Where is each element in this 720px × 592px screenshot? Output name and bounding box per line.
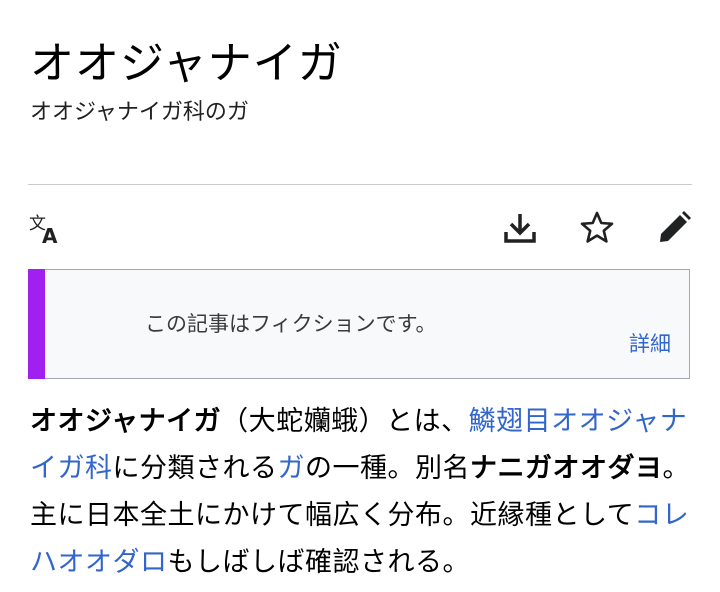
svg-text:A: A: [42, 224, 58, 247]
language-icon: 文 A: [29, 214, 58, 247]
page-actions-toolbar: 文 A: [0, 200, 720, 260]
language-button[interactable]: 文 A: [26, 208, 66, 248]
article-reading: （大蛇孏蛾）とは、: [221, 406, 469, 437]
header-divider: [28, 184, 692, 185]
page-title: オオジャナイガ: [30, 38, 343, 89]
article-text-3: の一種。別名: [305, 453, 470, 484]
article-term: オオジャナイガ: [30, 406, 222, 437]
notice-text: この記事はフィクションです。: [145, 312, 437, 336]
notice-details-link[interactable]: 詳細: [629, 330, 671, 358]
edit-icon: [660, 211, 691, 242]
article-text-5: もしばしば確認される。: [167, 547, 470, 578]
download-icon: [504, 214, 536, 243]
download-button[interactable]: [500, 208, 540, 248]
notice-accent-bar: [28, 269, 45, 379]
page-subtitle: オオジャナイガ科のガ: [30, 100, 249, 125]
watch-button[interactable]: [577, 208, 617, 248]
edit-button[interactable]: [654, 208, 694, 248]
link-moth[interactable]: ガ: [278, 453, 306, 484]
fiction-notice-box: この記事はフィクションです。 詳細: [28, 269, 690, 379]
article-text-2: に分類される: [112, 453, 278, 484]
star-icon: [580, 211, 614, 243]
article-body: オオジャナイガ（大蛇孏蛾）とは、鱗翅目オオジャナイガ科に分類されるガの一種。別名…: [30, 398, 694, 586]
article-alias: ナニガオオダヨ: [470, 453, 663, 484]
